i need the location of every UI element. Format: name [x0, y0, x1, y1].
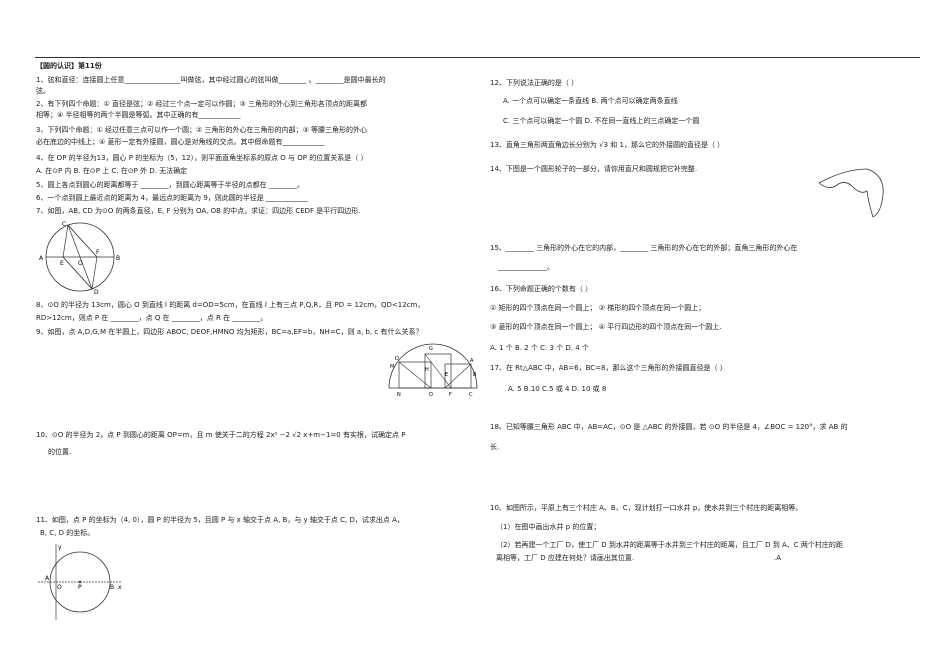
question-r10-part2: （2）若再建一个工厂 D，使工厂 D 到水井的距离等于水井到三个村庄的距离，且工…	[496, 541, 843, 549]
question-8: 8、⊙O 的半径为 13cm，圆心 O 到直线 l 的距离 d=OD=5cm，在…	[36, 301, 425, 309]
question-3-cont: 必在底边的中线上；④ 菱形一定有外接圆，圆心是对角线的交点。其中假命题有____…	[36, 138, 325, 146]
figure-q14-wheel	[818, 168, 884, 218]
fig9-label-n: N	[397, 392, 401, 398]
fig11-label-y: y	[58, 544, 62, 551]
question-5: 5、圆上各点到圆心的距离都等于 ________，到圆心距离等于半径的点都在 _…	[36, 181, 304, 189]
question-2: 2、有下列四个命题：① 直径是弦；② 经过三个点一定可以作圆；③ 三角形的外心到…	[36, 100, 367, 108]
fig7-label-c: C	[62, 221, 66, 228]
question-12-options-ab: A. 一个点可以确定一条直线 B. 两个点可以确定两条直线	[503, 97, 678, 105]
question-11-cont: B, C, D 的坐标。	[40, 529, 95, 537]
fig9-label-d: D	[395, 356, 399, 362]
question-16-options: A. 1 个 B. 2 个 C. 3 个 D. 4 个	[490, 344, 589, 352]
fig11-label-p: P	[78, 584, 82, 591]
question-16: 16、下列命题正确的个数有（ ）	[490, 285, 593, 293]
question-r10: 10、如图所示，平原上有三个村庄 A、B、C，现计划打一口水井 p，使水井到三个…	[490, 504, 803, 512]
question-15-cont: ______________。	[498, 263, 554, 271]
question-11: 11、如图，点 P 的坐标为（4, 0），圆 P 的半径为 5，且圆 P 与 x…	[36, 516, 404, 524]
question-2-cont: 相等；④ 半径相等的两个半圆是等弧。其中正确的有____________	[36, 111, 241, 119]
fig9-label-c: C	[469, 392, 473, 398]
question-1-cont: 弦。	[36, 87, 50, 95]
fig9-label-b: B	[473, 372, 477, 378]
fig7-label-o: O	[78, 260, 83, 267]
figure-q9-semicircle: D M G A H E B N O F C	[388, 343, 478, 398]
fig7-label-f: F	[96, 249, 100, 256]
header-rule	[35, 57, 920, 58]
fig11-label-a: A	[45, 575, 50, 582]
fig11-label-b: B	[110, 584, 114, 591]
question-4: 4、在 OP 的半径为13，圆心 P 的坐标为（5，12），则平面直角坐标系的原…	[36, 154, 368, 162]
figure-q11-axes: y A O P B x	[38, 544, 122, 620]
fig11-label-o: O	[57, 584, 62, 591]
fig9-label-h: H	[425, 367, 429, 373]
question-r10-part1: （1）在图中画出水井 p 的位置；	[496, 523, 601, 531]
fig9-label-f: F	[449, 392, 452, 398]
question-10-cont: 的位置.	[48, 448, 72, 456]
question-4-options: A. 在⊙P 内 B. 在⊙P 上 C. 在⊙P 外 D. 无法确定	[36, 167, 188, 175]
village-a-label: .A	[774, 554, 782, 562]
question-3: 3、下列四个命题：① 经过任意三点可以作一个圆；② 三角形的外心在三角形的内部；…	[36, 126, 367, 134]
question-16-statements-2: ③ 菱形的四个顶点在同一个圆上； ④ 平行四边形的四个顶点在同一个圆上.	[490, 323, 722, 331]
question-18-cont: 长.	[490, 443, 500, 451]
question-10: 10、⊙O 的半径为 2，点 P 到圆心的距离 OP=m，且 m 使关于二的方程…	[36, 431, 406, 439]
question-18: 18、已知等腰三角形 ABC 中，AB=AC，⊙O 是 △ABC 的外接圆，若 …	[490, 423, 848, 431]
question-14: 14、下图是一个圆形轮子的一部分，请你用直尺和圆规把它补完整.	[490, 165, 698, 173]
fig9-label-o: O	[429, 392, 433, 398]
question-12-options-cd: C. 三个点可以确定一个圆 D. 不在同一直线上的三点确定一个圆	[503, 117, 700, 125]
section-title: 【圆的认识】第11份	[36, 62, 102, 70]
fig9-label-e: E	[445, 372, 448, 378]
question-9: 9、如图，点 A,D,G,M 在半圆上，四边形 ABOC, DEOF,HMNO …	[36, 328, 423, 336]
question-16-statements-1: ① 矩形的四个顶点在同一个圆上； ② 梯形的四个顶点在同一个圆上；	[490, 304, 706, 312]
question-15: 15、________ 三角形的外心在它的内部，________ 三角形的外心在…	[490, 244, 798, 252]
fig7-label-b: B	[116, 255, 120, 262]
question-17-options: A. 5 B.10 C.5 或 4 D. 10 或 8	[508, 385, 607, 393]
fig11-label-x: x	[118, 584, 122, 591]
fig7-label-e: E	[60, 260, 64, 267]
fig9-label-a: A	[470, 358, 474, 364]
question-1: 1、弦和直径：连接圆上任意________________叫做弦，其中经过圆心的…	[36, 76, 386, 84]
figure-q7-circle: C A E O F B D	[39, 221, 120, 294]
fig7-label-d: D	[94, 289, 99, 294]
question-13: 13、直角三角形两直角边长分别为 √3 和 1，那么它的外接圆的直径是（ ）	[490, 141, 725, 149]
question-6: 6、一个点到圆上最近点的距离为 4，最远点的距离为 9，则此圆的半径是 ____…	[36, 194, 309, 202]
question-12: 12、下列说法正确的是（ ）	[490, 79, 579, 87]
question-17: 17、在 Rt△ABC 中，AB=6，BC=8，那么这个三角形的外接圆直径是（ …	[490, 364, 727, 372]
fig7-label-a: A	[39, 255, 44, 262]
question-8-cont: RD>12cm，则点 P 在 ________，点 Q 在 ________，点…	[36, 314, 268, 322]
question-7: 7、如图，AB, CD 为⊙O 的两条直径，E, F 分别为 OA, OB 的中…	[36, 207, 361, 215]
question-r10-part2-cont: 离相等，工厂 D 应建在何处？请画出其位置.	[496, 554, 635, 562]
fig9-label-m: M	[390, 364, 394, 370]
fig9-label-g: G	[429, 346, 433, 352]
